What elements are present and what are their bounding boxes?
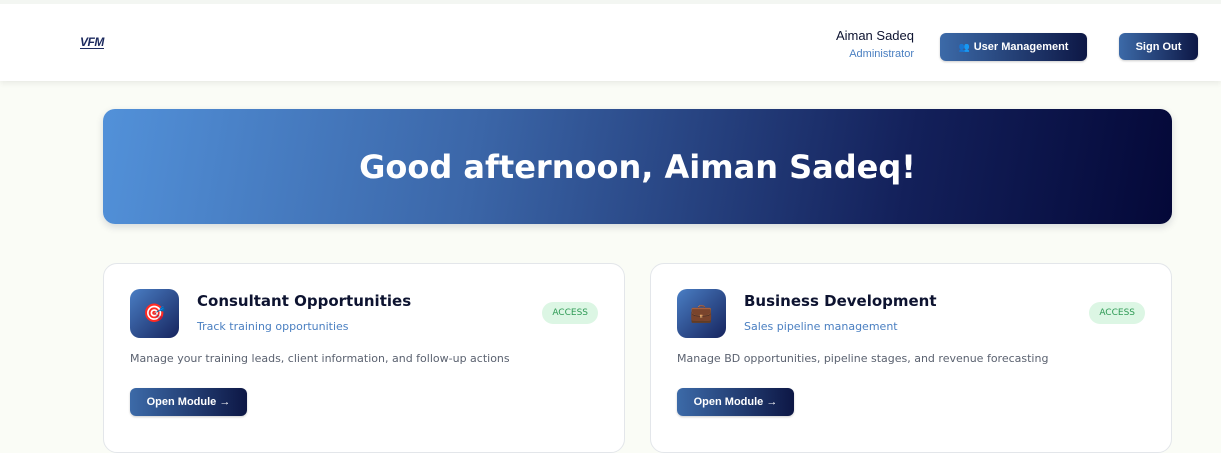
card-title: Business Development (744, 292, 937, 310)
welcome-banner: Good afternoon, Aiman Sadeq! (103, 109, 1172, 224)
card-subtitle: Sales pipeline management (744, 320, 898, 333)
module-card-consultant-opportunities: 🎯 Consultant Opportunities Track trainin… (103, 263, 625, 453)
access-badge: ACCESS (542, 302, 598, 324)
card-description: Manage BD opportunities, pipeline stages… (677, 352, 1049, 365)
user-management-label: User Management (973, 41, 1069, 53)
briefcase-icon: 💼 (677, 289, 726, 338)
card-description: Manage your training leads, client infor… (130, 352, 510, 365)
sign-out-button[interactable]: Sign Out (1119, 33, 1198, 60)
access-badge: ACCESS (1089, 302, 1145, 324)
users-icon: 👥 (958, 41, 970, 52)
user-info: Aiman Sadeq Administrator (836, 28, 914, 60)
module-card-business-development: 💼 Business Development Sales pipeline ma… (650, 263, 1172, 453)
user-role: Administrator (849, 48, 914, 60)
app-logo[interactable]: VFM (80, 36, 104, 49)
top-header: VFM Aiman Sadeq Administrator 👥 User Man… (0, 0, 1221, 81)
open-module-button[interactable]: Open Module → (130, 388, 247, 416)
greeting-title: Good afternoon, Aiman Sadeq! (359, 147, 916, 186)
user-name: Aiman Sadeq (835, 28, 914, 43)
user-management-button[interactable]: 👥 User Management (940, 33, 1087, 61)
card-title: Consultant Opportunities (197, 292, 412, 310)
open-module-button[interactable]: Open Module → (677, 388, 794, 416)
card-subtitle: Track training opportunities (197, 320, 349, 333)
target-icon: 🎯 (130, 289, 179, 338)
